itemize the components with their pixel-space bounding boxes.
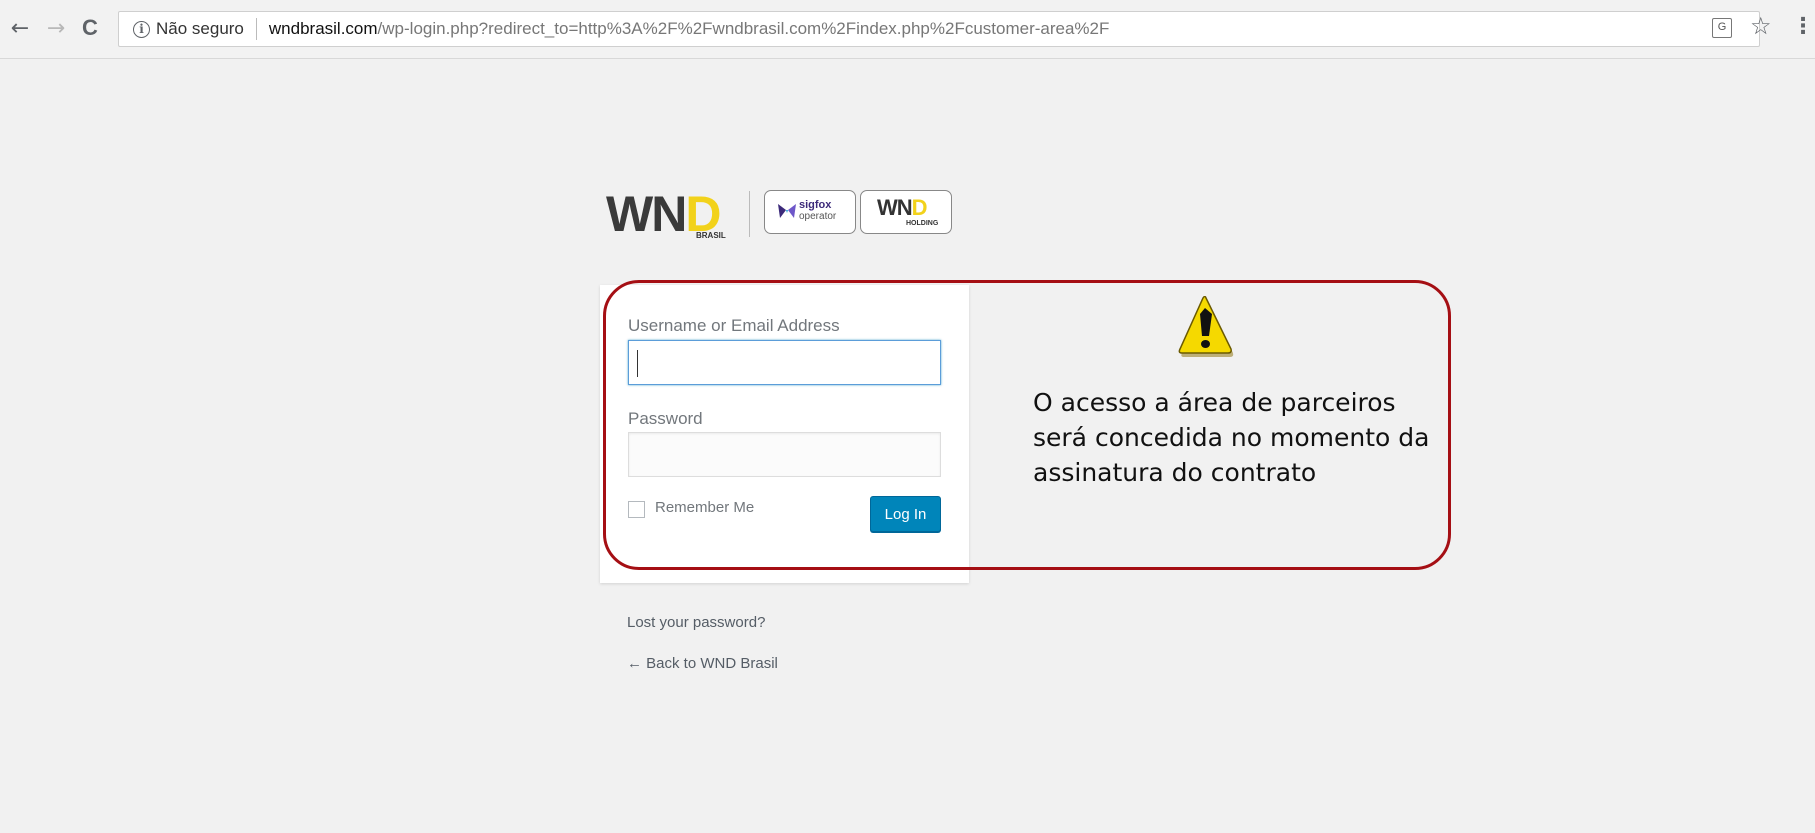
forward-arrow-icon[interactable]: →: [42, 14, 70, 42]
sigfox-subtitle: operator: [799, 211, 837, 222]
holding-logo-text: WND: [877, 195, 928, 220]
sigfox-butterfly-icon: [778, 204, 796, 218]
warning-triangle-icon: [1178, 296, 1234, 357]
holding-subtitle: HOLDING: [906, 220, 939, 227]
back-arrow-icon[interactable]: ←: [6, 14, 34, 42]
username-input[interactable]: [628, 340, 941, 385]
omnibox-divider: [255, 18, 257, 40]
log-in-button[interactable]: Log In: [870, 496, 941, 532]
password-input[interactable]: [628, 432, 941, 477]
url-host: wndbrasil.com: [268, 19, 378, 38]
url-path: /wp-login.php?redirect_to=http%3A%2F%2Fw…: [377, 19, 1110, 38]
wnd-logo-subtitle: BRASIL: [696, 231, 726, 240]
remember-me-checkbox[interactable]: [628, 501, 645, 518]
annotation-text: O acesso a área de parceiros será conced…: [1033, 388, 1430, 487]
browser-menu-icon[interactable]: ⋮: [1792, 14, 1814, 39]
password-label: Password: [628, 409, 703, 428]
header-logos: WND BRASIL sigfox operator WND HOLDING: [606, 185, 956, 245]
lost-password-link[interactable]: Lost your password?: [627, 614, 765, 631]
username-label: Username or Email Address: [628, 316, 840, 335]
text-caret: [637, 350, 638, 377]
login-form: Username or Email Address Password Remem…: [600, 285, 969, 583]
wnd-holding-badge: WND HOLDING: [860, 190, 952, 234]
browser-toolbar: ← → C i Não seguro wndbrasil.com/wp-logi…: [0, 0, 1815, 59]
bookmark-star-icon[interactable]: ☆: [1750, 12, 1772, 40]
reload-icon[interactable]: C: [76, 14, 104, 42]
security-status[interactable]: Não seguro: [156, 19, 244, 39]
logo-divider: [749, 191, 750, 237]
address-bar[interactable]: i Não seguro wndbrasil.com/wp-login.php?…: [118, 11, 1760, 47]
info-icon[interactable]: i: [133, 20, 150, 38]
sigfox-name: sigfox: [799, 199, 832, 211]
remember-me-label[interactable]: Remember Me: [655, 499, 754, 516]
translate-icon[interactable]: G: [1712, 18, 1732, 38]
wnd-brasil-logo[interactable]: WND BRASIL: [606, 186, 734, 245]
back-to-site-link[interactable]: ← Back to WND Brasil: [627, 655, 778, 672]
sigfox-operator-badge: sigfox operator: [764, 190, 856, 234]
